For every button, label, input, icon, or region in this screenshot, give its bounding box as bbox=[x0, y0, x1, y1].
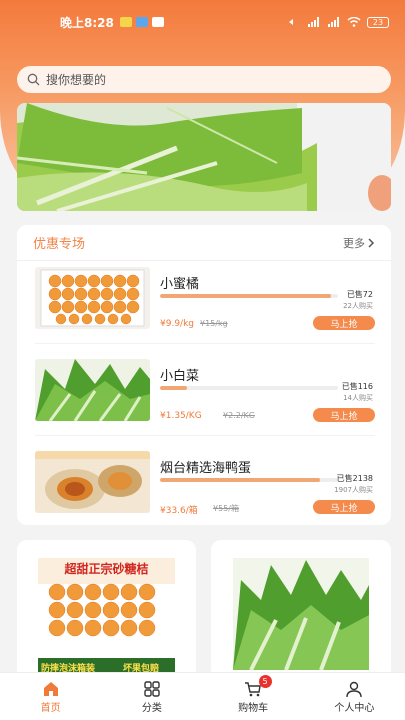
tangerine-thumbnail bbox=[35, 267, 150, 329]
image-text-title: 超甜正宗砂糖桔 bbox=[64, 562, 149, 576]
sale-price: ¥33.6/箱 bbox=[160, 506, 198, 516]
tab-home[interactable]: 首页 bbox=[0, 673, 101, 720]
buy-now-button[interactable]: 马上抢 bbox=[313, 408, 375, 422]
sale-price: ¥9.9/kg bbox=[160, 319, 194, 329]
notification-icon bbox=[135, 17, 148, 27]
status-bar: 晚上8:28 23 bbox=[0, 0, 405, 44]
promo-section: 优惠专场 更多 小蜜橘 已售72 22人购买 ¥9.9/kg ¥15/kg 马上… bbox=[17, 225, 391, 525]
notification-icon bbox=[119, 17, 132, 27]
buyer-count: 14人购买 bbox=[343, 394, 373, 402]
status-time: 晚上8:28 bbox=[60, 15, 114, 30]
cabbage-product-image bbox=[233, 558, 369, 671]
tab-category[interactable]: 分类 bbox=[101, 673, 202, 720]
cart-badge: 5 bbox=[258, 675, 272, 688]
more-link[interactable]: 更多 bbox=[343, 235, 375, 251]
tab-label: 首页 bbox=[40, 702, 61, 714]
original-price: ¥15/kg bbox=[200, 319, 228, 328]
status-right: 23 bbox=[287, 16, 389, 28]
signal-icon bbox=[308, 17, 319, 27]
search-bar[interactable] bbox=[17, 66, 391, 93]
chevron-right-icon bbox=[368, 237, 375, 248]
battery-icon: 23 bbox=[367, 16, 389, 28]
sales-progress-bar bbox=[160, 386, 338, 390]
progress-fill bbox=[160, 386, 187, 390]
progress-fill bbox=[160, 478, 321, 482]
promo-header: 优惠专场 更多 bbox=[17, 225, 391, 261]
buyer-count: 22人购买 bbox=[343, 302, 373, 310]
progress-fill bbox=[160, 294, 331, 298]
person-icon bbox=[346, 681, 363, 697]
home-icon bbox=[43, 681, 58, 696]
banner-image[interactable] bbox=[17, 103, 391, 211]
notification-icon bbox=[151, 17, 164, 27]
promo-item[interactable]: 烟台精选海鸭蛋 已售2138 1907人购买 ¥33.6/箱 ¥55/箱 马上抢 bbox=[35, 451, 375, 523]
product-card[interactable] bbox=[211, 540, 391, 680]
sale-price: ¥1.35/KG bbox=[160, 411, 202, 421]
original-price: ¥2.2/KG bbox=[223, 411, 255, 420]
promo-item[interactable]: 小蜜橘 已售72 22人购买 ¥9.9/kg ¥15/kg 马上抢 bbox=[35, 267, 375, 339]
cabbage-banner-image bbox=[17, 103, 391, 211]
duck-egg-thumbnail bbox=[35, 451, 150, 513]
buy-now-button[interactable]: 马上抢 bbox=[313, 500, 375, 514]
divider bbox=[35, 343, 375, 344]
tab-label: 个人中心 bbox=[334, 702, 375, 714]
promo-title: 优惠专场 bbox=[33, 237, 86, 252]
tab-cart[interactable]: 5 购物车 bbox=[203, 673, 304, 720]
wifi-icon bbox=[347, 17, 361, 27]
sales-progress-bar bbox=[160, 294, 338, 298]
item-name: 小白菜 bbox=[160, 369, 200, 384]
sold-count: 已售2138 bbox=[336, 474, 373, 483]
tab-profile[interactable]: 个人中心 bbox=[304, 673, 405, 720]
grid-icon bbox=[144, 680, 160, 697]
buyer-count: 1907人购买 bbox=[334, 486, 373, 494]
tab-label: 分类 bbox=[141, 702, 162, 714]
bok-choy-thumbnail bbox=[35, 359, 150, 421]
status-app-icons bbox=[119, 17, 164, 27]
search-input[interactable] bbox=[46, 72, 346, 87]
sales-progress-bar bbox=[160, 478, 338, 482]
tab-label: 购物车 bbox=[238, 702, 269, 714]
buy-now-button[interactable]: 马上抢 bbox=[313, 316, 375, 330]
bottom-tab-bar: 首页 分类 5 购物车 个人中心 bbox=[0, 672, 405, 720]
mute-icon bbox=[289, 19, 293, 25]
original-price: ¥55/箱 bbox=[213, 504, 239, 513]
divider bbox=[35, 435, 375, 436]
sold-count: 已售72 bbox=[346, 290, 373, 299]
item-name: 小蜜橘 bbox=[160, 277, 200, 292]
signal-icon bbox=[328, 17, 339, 27]
sold-count: 已售116 bbox=[341, 382, 373, 391]
promo-item[interactable]: 小白菜 已售116 14人购买 ¥1.35/KG ¥2.2/KG 马上抢 bbox=[35, 359, 375, 431]
search-icon bbox=[27, 73, 40, 86]
more-label: 更多 bbox=[343, 236, 365, 250]
item-name: 烟台精选海鸭蛋 bbox=[160, 461, 252, 476]
product-card[interactable]: 超甜正宗砂糖桔 防摔泡沫箱装 坏果包赔 bbox=[17, 540, 196, 680]
